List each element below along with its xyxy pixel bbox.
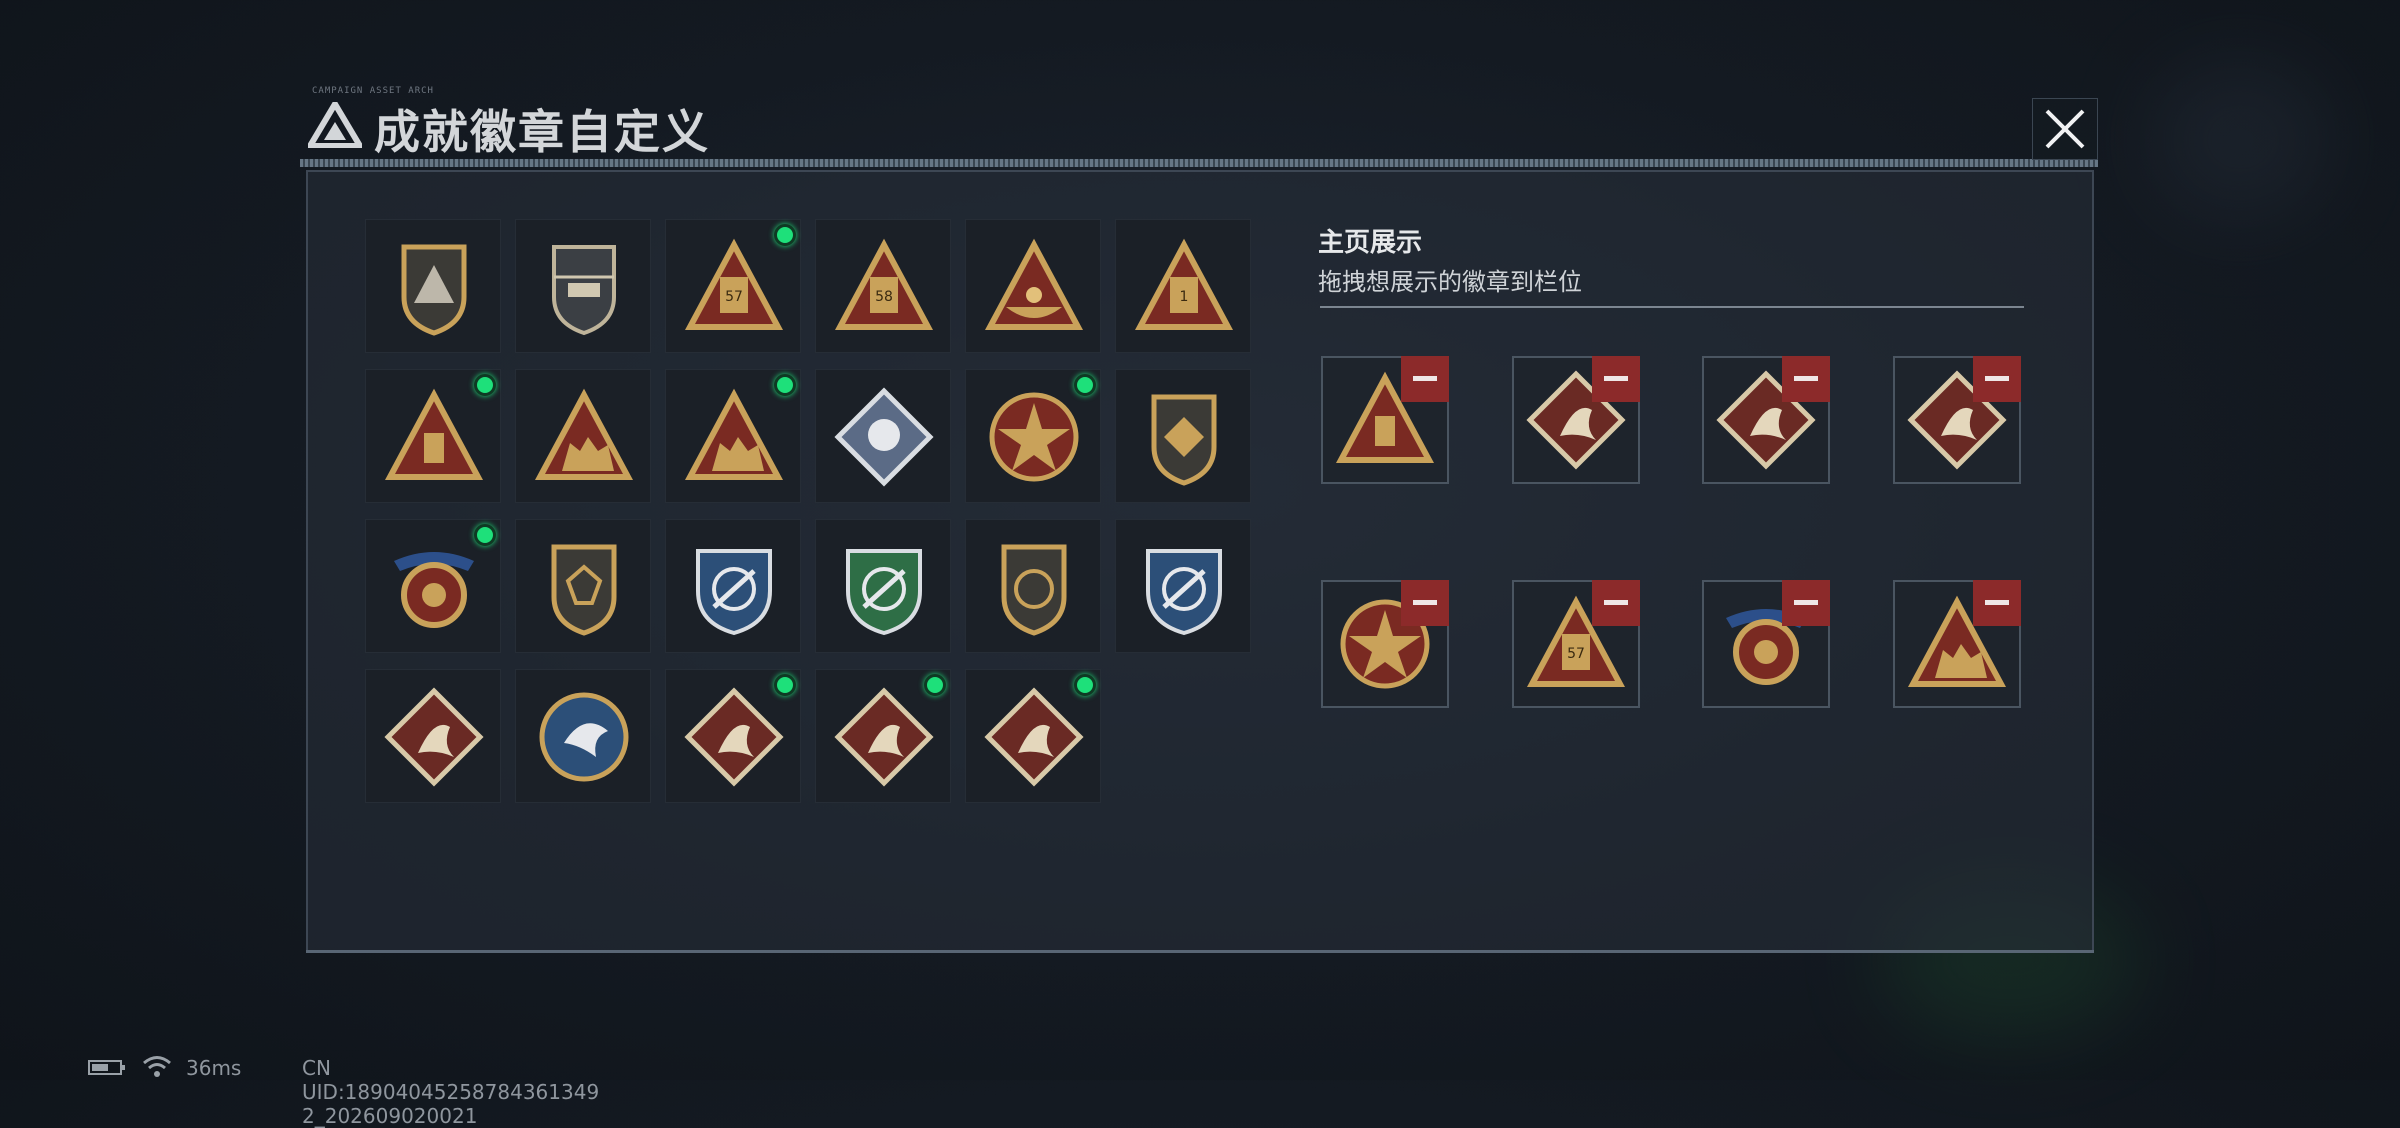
showcase-title: 主页展示 xyxy=(1318,228,1423,258)
equipped-indicator xyxy=(1074,374,1096,396)
showcase-slot[interactable] xyxy=(1702,356,1830,484)
showcase-slot[interactable] xyxy=(1702,580,1830,708)
badge-cell[interactable] xyxy=(665,369,801,503)
showcase-divider xyxy=(1320,306,2024,308)
shield-emblem-badge-icon xyxy=(1151,394,1217,486)
minus-icon xyxy=(1794,376,1818,381)
dragon-diamond-badge-icon xyxy=(834,687,934,787)
badge-cell[interactable] xyxy=(515,219,651,353)
triangle-eggs-badge-icon xyxy=(984,238,1084,330)
close-icon xyxy=(2045,109,2085,149)
triangle-soldiers-gold-badge-icon xyxy=(684,388,784,480)
blue-crest-rifle-badge-icon xyxy=(696,549,772,636)
medal-ribbon-badge-icon xyxy=(394,552,474,628)
badge-cell[interactable] xyxy=(965,369,1101,503)
showcase-slot[interactable] xyxy=(1512,356,1640,484)
dragon-diamond-badge-icon xyxy=(684,687,784,787)
showcase-slot[interactable] xyxy=(1321,580,1449,708)
svg-text:57: 57 xyxy=(725,289,743,305)
remove-badge-button[interactable] xyxy=(1782,356,1830,402)
badge-cell[interactable] xyxy=(815,669,951,803)
blue-crest-knife-badge-icon xyxy=(1146,549,1222,636)
badge-cell[interactable] xyxy=(515,519,651,653)
remove-badge-button[interactable] xyxy=(1401,356,1449,402)
badge-cell[interactable] xyxy=(1115,519,1251,653)
minus-icon xyxy=(1413,376,1437,381)
minus-icon xyxy=(1794,600,1818,605)
minus-icon xyxy=(1604,600,1628,605)
shield-gem-badge-icon xyxy=(551,544,617,636)
ping-text: 36ms xyxy=(186,1056,242,1080)
close-button[interactable] xyxy=(2032,98,2098,160)
showcase-subtitle: 拖拽想展示的徽章到栏位 xyxy=(1318,268,1582,296)
showcase-slot[interactable] xyxy=(1321,356,1449,484)
remove-badge-button[interactable] xyxy=(1401,580,1449,626)
minus-icon xyxy=(1985,376,2009,381)
badge-cell[interactable]: 1 xyxy=(1115,219,1251,353)
equipped-indicator xyxy=(1074,674,1096,696)
badge-cell[interactable] xyxy=(665,519,801,653)
shield-triangle-badge-icon xyxy=(401,244,467,336)
svg-text:58: 58 xyxy=(875,289,893,305)
badge-cell[interactable] xyxy=(665,669,801,803)
badge-cell[interactable] xyxy=(365,219,501,353)
equipped-indicator xyxy=(774,674,796,696)
triangle-57-badge-icon: 57 xyxy=(684,238,784,330)
equipped-indicator xyxy=(474,524,496,546)
eagle-round-badge-icon xyxy=(539,692,629,782)
showcase-slot[interactable] xyxy=(1893,580,2021,708)
panel-divider xyxy=(306,950,2094,953)
showcase-slot[interactable]: 57 xyxy=(1512,580,1640,708)
badge-cell[interactable] xyxy=(365,669,501,803)
equipped-indicator xyxy=(924,674,946,696)
equipped-indicator xyxy=(774,224,796,246)
badge-cell[interactable] xyxy=(365,519,501,653)
shield-scope-badge-icon xyxy=(1001,544,1067,636)
minus-icon xyxy=(1413,600,1437,605)
remove-badge-button[interactable] xyxy=(1592,356,1640,402)
uid-text: CN UID:18904045258784361349​2_2026090200… xyxy=(302,1056,600,1128)
header-micro-text: CAMPAIGN ASSET ARCH xyxy=(312,86,434,96)
showcase-slot[interactable] xyxy=(1893,356,2021,484)
equipped-indicator xyxy=(474,374,496,396)
remove-badge-button[interactable] xyxy=(1973,356,2021,402)
background-glow xyxy=(2150,60,2330,220)
badge-cell[interactable]: 58 xyxy=(815,219,951,353)
rose-diamond-badge-icon xyxy=(834,387,934,487)
minus-icon xyxy=(1604,376,1628,381)
battery-icon xyxy=(88,1060,125,1075)
runner-diamond-badge-icon xyxy=(984,687,1084,787)
page-title: 成就徽章自定义 xyxy=(374,105,710,159)
badge-cell[interactable] xyxy=(965,669,1101,803)
badge-cell[interactable] xyxy=(965,519,1101,653)
badge-cell[interactable] xyxy=(515,669,651,803)
equipped-indicator xyxy=(774,374,796,396)
triangle-1-badge-icon: 1 xyxy=(1134,238,1234,330)
remove-badge-button[interactable] xyxy=(1782,580,1830,626)
wifi-icon xyxy=(143,1056,171,1077)
badge-cell[interactable] xyxy=(1115,369,1251,503)
helicopter-badge-icon xyxy=(552,245,616,336)
triangle-usb-badge-icon xyxy=(384,388,484,480)
svg-text:1: 1 xyxy=(1180,289,1189,305)
star-round-badge-icon xyxy=(989,392,1079,482)
badge-cell[interactable]: 57 xyxy=(665,219,801,353)
green-crest-rifle-badge-icon xyxy=(846,549,922,636)
badge-cell[interactable] xyxy=(965,219,1101,353)
remove-badge-button[interactable] xyxy=(1592,580,1640,626)
badge-cell[interactable] xyxy=(815,519,951,653)
svg-text:57: 57 xyxy=(1567,646,1585,662)
minus-icon xyxy=(1985,600,2009,605)
triangle-58-badge-icon: 58 xyxy=(834,238,934,330)
badge-cell[interactable] xyxy=(365,369,501,503)
triangle-logo-icon xyxy=(308,102,362,148)
badge-cell[interactable] xyxy=(515,369,651,503)
remove-badge-button[interactable] xyxy=(1973,580,2021,626)
wolf-diamond-badge-icon xyxy=(384,687,484,787)
header-divider xyxy=(300,159,2098,167)
dialog-header: CAMPAIGN ASSET ARCH 成就徽章自定义 xyxy=(300,86,2098,167)
triangle-soldiers-badge-icon xyxy=(534,388,634,480)
badge-cell[interactable] xyxy=(815,369,951,503)
